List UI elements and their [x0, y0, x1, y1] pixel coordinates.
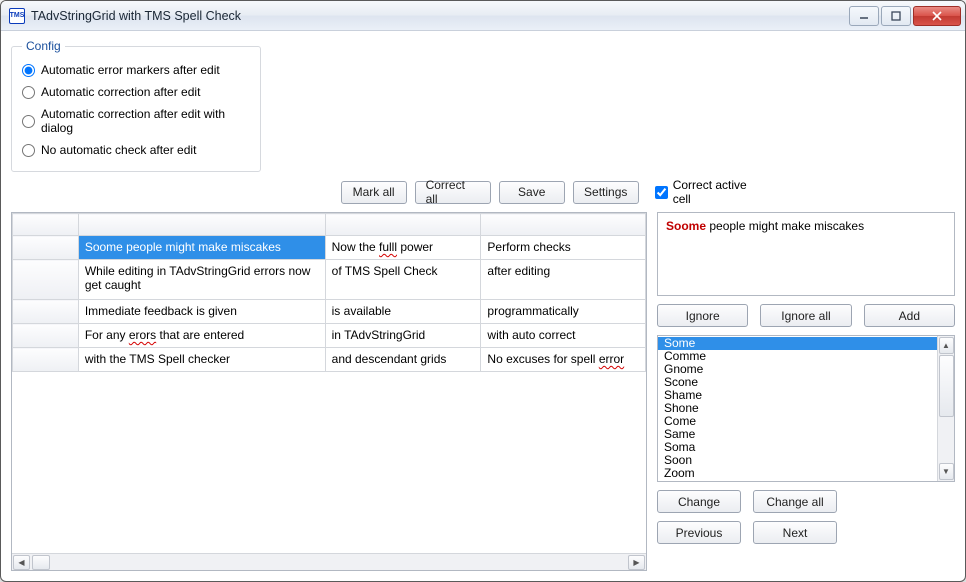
vertical-scrollbar[interactable]: ▲ ▼: [937, 336, 954, 481]
grid-row-header[interactable]: [13, 300, 79, 324]
grid-row: For any erors that are enteredin TAdvStr…: [13, 324, 646, 348]
previous-button[interactable]: Previous: [657, 521, 741, 544]
config-legend: Config: [22, 39, 65, 53]
grid-row-header[interactable]: [13, 236, 79, 260]
string-grid[interactable]: Soome people might make miscakesNow the …: [11, 212, 647, 571]
grid-cell[interactable]: of TMS Spell Check: [325, 260, 481, 300]
scroll-left-icon[interactable]: ◀: [13, 555, 30, 570]
suggestion-item[interactable]: Come: [658, 415, 937, 428]
titlebar[interactable]: TMS TAdvStringGrid with TMS Spell Check: [1, 1, 965, 31]
grid-cell[interactable]: Soome people might make miscakes: [78, 236, 325, 260]
grid-row: Immediate feedback is givenis availablep…: [13, 300, 646, 324]
grid-corner: [13, 214, 79, 236]
grid-cell[interactable]: While editing in TAdvStringGrid errors n…: [78, 260, 325, 300]
grid-cell[interactable]: with the TMS Spell checker: [78, 348, 325, 372]
scroll-down-icon[interactable]: ▼: [939, 463, 954, 480]
spell-check-panel: Soome people might make miscakes Ignore …: [657, 212, 955, 571]
error-context: people might make miscakes: [706, 219, 864, 233]
config-option-label: No automatic check after edit: [41, 143, 196, 157]
correct-active-cell-checkbox[interactable]: Correct active cell: [655, 178, 767, 206]
grid-col-header[interactable]: [325, 214, 481, 236]
grid-cell[interactable]: Now the fulll power: [325, 236, 481, 260]
grid-cell[interactable]: programmatically: [481, 300, 646, 324]
grid-col-header[interactable]: [78, 214, 325, 236]
grid-cell[interactable]: For any erors that are entered: [78, 324, 325, 348]
grid-row-header[interactable]: [13, 260, 79, 300]
horizontal-scrollbar[interactable]: ◀ ▶: [12, 553, 646, 570]
config-option[interactable]: Automatic correction after edit: [22, 81, 250, 103]
save-button[interactable]: Save: [499, 181, 565, 204]
grid-row: Soome people might make miscakesNow the …: [13, 236, 646, 260]
change-all-button[interactable]: Change all: [753, 490, 837, 513]
suggestion-item[interactable]: Same: [658, 428, 937, 441]
next-button[interactable]: Next: [753, 521, 837, 544]
config-option-label: Automatic correction after edit with dia…: [41, 107, 250, 135]
scroll-thumb[interactable]: [939, 355, 954, 417]
suggestion-item[interactable]: Shone: [658, 402, 937, 415]
suggestion-item[interactable]: Shame: [658, 389, 937, 402]
grid-row-header[interactable]: [13, 324, 79, 348]
suggestion-item[interactable]: Soon: [658, 454, 937, 467]
main-area: Soome people might make miscakesNow the …: [11, 212, 955, 571]
scroll-thumb[interactable]: [32, 555, 50, 570]
grid-row: with the TMS Spell checkerand descendant…: [13, 348, 646, 372]
client-area: Config Automatic error markers after edi…: [1, 31, 965, 581]
change-button[interactable]: Change: [657, 490, 741, 513]
app-window: TMS TAdvStringGrid with TMS Spell Check …: [0, 0, 966, 582]
app-icon: TMS: [9, 8, 25, 24]
correct-active-cell-label: Correct active cell: [673, 178, 767, 206]
grid-cell[interactable]: is available: [325, 300, 481, 324]
ignore-button[interactable]: Ignore: [657, 304, 748, 327]
maximize-button[interactable]: [881, 6, 911, 26]
grid-cell[interactable]: Immediate feedback is given: [78, 300, 325, 324]
window-title: TAdvStringGrid with TMS Spell Check: [31, 9, 849, 23]
grid-row-header[interactable]: [13, 348, 79, 372]
grid-col-header[interactable]: [481, 214, 646, 236]
add-button[interactable]: Add: [864, 304, 955, 327]
grid-cell[interactable]: with auto correct: [481, 324, 646, 348]
scroll-right-icon[interactable]: ▶: [628, 555, 645, 570]
config-option[interactable]: Automatic correction after edit with dia…: [22, 103, 250, 139]
suggestion-item[interactable]: Soma: [658, 441, 937, 454]
settings-button[interactable]: Settings: [573, 181, 639, 204]
config-option[interactable]: No automatic check after edit: [22, 139, 250, 161]
suggestion-item[interactable]: Gnome: [658, 363, 937, 376]
grid-cell[interactable]: No excuses for spell error: [481, 348, 646, 372]
scroll-up-icon[interactable]: ▲: [939, 337, 954, 354]
error-preview: Soome people might make miscakes: [657, 212, 955, 296]
mark-all-button[interactable]: Mark all: [341, 181, 407, 204]
window-controls: [849, 6, 961, 26]
grid-cell[interactable]: in TAdvStringGrid: [325, 324, 481, 348]
grid-header-row: [13, 214, 646, 236]
grid-cell[interactable]: and descendant grids: [325, 348, 481, 372]
suggestion-item[interactable]: Soothe: [658, 480, 937, 481]
config-option-label: Automatic error markers after edit: [41, 63, 220, 77]
config-option-label: Automatic correction after edit: [41, 85, 200, 99]
grid-cell[interactable]: Perform checks: [481, 236, 646, 260]
config-option[interactable]: Automatic error markers after edit: [22, 59, 250, 81]
grid-row: While editing in TAdvStringGrid errors n…: [13, 260, 646, 300]
correct-all-button[interactable]: Correct all: [415, 181, 491, 204]
ignore-all-button[interactable]: Ignore all: [760, 304, 851, 327]
minimize-button[interactable]: [849, 6, 879, 26]
close-button[interactable]: [913, 6, 961, 26]
error-word: Soome: [666, 219, 706, 233]
grid-cell[interactable]: after editing: [481, 260, 646, 300]
suggestions-listbox[interactable]: SomeCommeGnomeSconeShameShoneComeSameSom…: [657, 335, 955, 482]
config-group: Config Automatic error markers after edi…: [11, 39, 261, 172]
toolbar: Mark all Correct all Save Settings Corre…: [11, 178, 955, 206]
